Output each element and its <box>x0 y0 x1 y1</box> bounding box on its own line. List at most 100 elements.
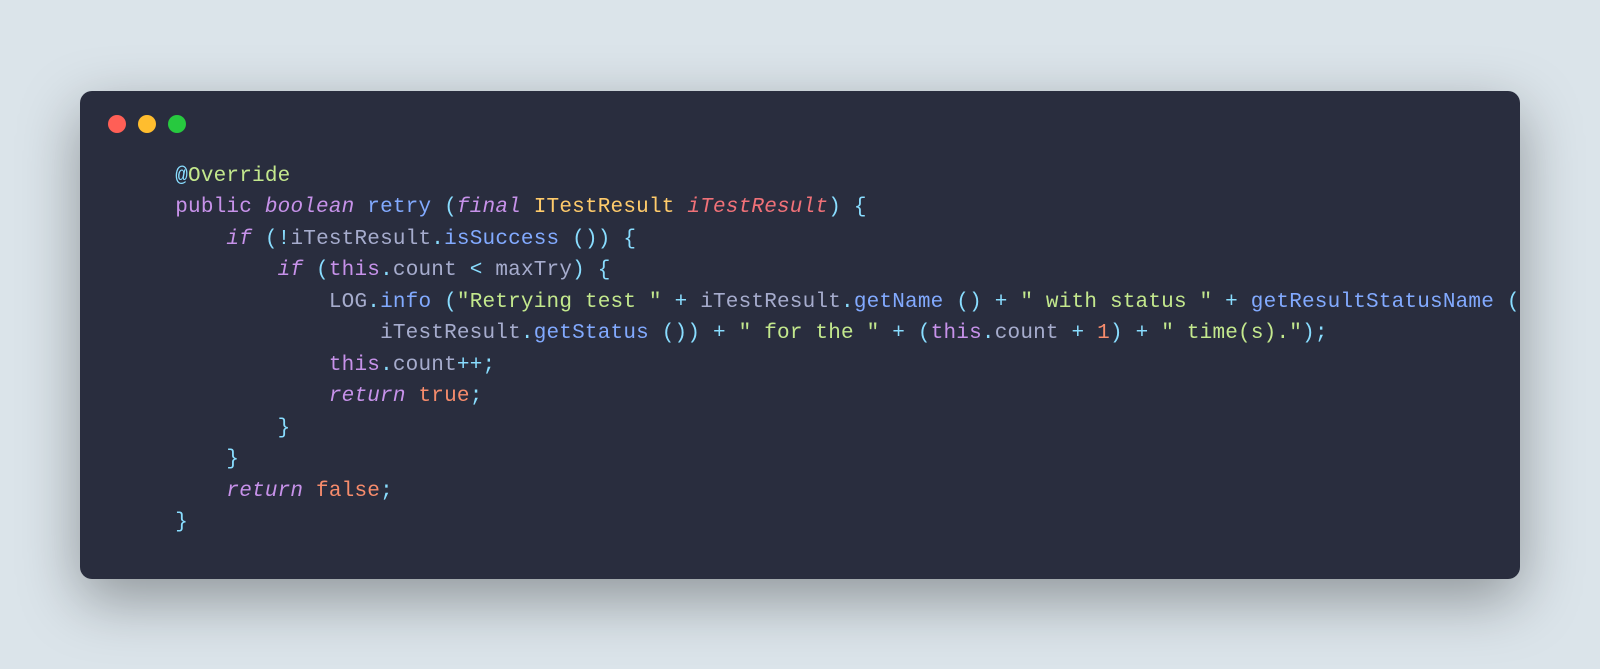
dot: . <box>380 354 393 377</box>
dot: . <box>841 291 854 314</box>
space <box>252 228 265 251</box>
operator-lt: < <box>470 259 483 282</box>
paren-open: ( <box>316 259 329 282</box>
operator-plus: + <box>713 322 726 345</box>
bool-false: false <box>316 480 380 503</box>
space <box>1494 291 1507 314</box>
space <box>303 259 316 282</box>
keyword-final: final <box>457 196 521 219</box>
space <box>483 259 496 282</box>
paren-close: ) <box>598 228 611 251</box>
keyword-boolean: boolean <box>265 196 355 219</box>
space <box>879 322 892 345</box>
dot: . <box>431 228 444 251</box>
param-itestresult: iTestResult <box>687 196 828 219</box>
space <box>700 322 713 345</box>
space <box>1148 322 1161 345</box>
function-issuccess: isSuccess <box>444 228 559 251</box>
function-info: info <box>380 291 431 314</box>
space <box>521 196 534 219</box>
ident-maxtry: maxTry <box>495 259 572 282</box>
bool-true: true <box>418 385 469 408</box>
indent <box>124 417 278 440</box>
space <box>1212 291 1225 314</box>
space <box>559 228 572 251</box>
paren-close: ) <box>675 322 688 345</box>
close-icon[interactable] <box>108 115 126 133</box>
string-1: "Retrying test " <box>457 291 662 314</box>
keyword-public: public <box>175 196 252 219</box>
operator-plus: + <box>1136 322 1149 345</box>
semicolon: ; <box>1315 322 1328 345</box>
ident-count: count <box>995 322 1059 345</box>
brace-open: { <box>623 228 636 251</box>
indent <box>124 448 226 471</box>
minimize-icon[interactable] <box>138 115 156 133</box>
indent <box>124 196 175 219</box>
keyword-this: this <box>329 259 380 282</box>
indent <box>124 165 175 188</box>
keyword-if: if <box>278 259 304 282</box>
paren-open: ( <box>444 291 457 314</box>
ident-count: count <box>393 354 457 377</box>
paren-close: ) <box>1110 322 1123 345</box>
operator-plus: + <box>1072 322 1085 345</box>
space <box>675 196 688 219</box>
paren-open: ( <box>444 196 457 219</box>
space <box>1238 291 1251 314</box>
brace-close: } <box>175 511 188 534</box>
window-titlebar <box>80 91 1520 153</box>
operator-not: ! <box>278 228 291 251</box>
paren-close: ) <box>572 259 585 282</box>
semicolon: ; <box>483 354 496 377</box>
space <box>611 228 624 251</box>
maximize-icon[interactable] <box>168 115 186 133</box>
space <box>457 259 470 282</box>
number-one: 1 <box>1097 322 1110 345</box>
paren-open: ( <box>918 322 931 345</box>
paren-open: ( <box>572 228 585 251</box>
ident-log: LOG <box>329 291 367 314</box>
operator-plus: + <box>995 291 1008 314</box>
string-3: " for the " <box>739 322 880 345</box>
paren-open: ( <box>662 322 675 345</box>
keyword-this: this <box>329 354 380 377</box>
function-getresultstatusname: getResultStatusName <box>1251 291 1494 314</box>
space <box>662 291 675 314</box>
indent <box>124 259 278 282</box>
space <box>982 291 995 314</box>
indent <box>124 322 329 345</box>
brace-open: { <box>598 259 611 282</box>
brace-close: } <box>226 448 239 471</box>
semicolon: ; <box>380 480 393 503</box>
operator-plus: + <box>675 291 688 314</box>
indent <box>124 385 329 408</box>
space <box>585 259 598 282</box>
space <box>1123 322 1136 345</box>
paren-open: ( <box>265 228 278 251</box>
space <box>252 196 265 219</box>
space <box>905 322 918 345</box>
function-getname: getName <box>854 291 944 314</box>
dot: . <box>367 291 380 314</box>
semicolon: ; <box>470 385 483 408</box>
code-block: @Override public boolean retry (final IT… <box>80 153 1520 539</box>
space <box>1008 291 1021 314</box>
function-getstatus: getStatus <box>534 322 649 345</box>
operator-increment: ++ <box>457 354 483 377</box>
dot: . <box>521 322 534 345</box>
indent <box>124 480 226 503</box>
paren-close: ) <box>687 322 700 345</box>
paren-close: ) <box>828 196 841 219</box>
paren-close: ) <box>969 291 982 314</box>
dot: . <box>380 259 393 282</box>
function-retry: retry <box>367 196 431 219</box>
operator-plus: + <box>892 322 905 345</box>
space <box>649 322 662 345</box>
annotation-at: @ <box>175 165 188 188</box>
ident-itestresult: iTestResult <box>380 322 521 345</box>
string-2: " with status " <box>1020 291 1212 314</box>
ident-count: count <box>393 259 457 282</box>
space <box>1059 322 1072 345</box>
brace-open: { <box>854 196 867 219</box>
